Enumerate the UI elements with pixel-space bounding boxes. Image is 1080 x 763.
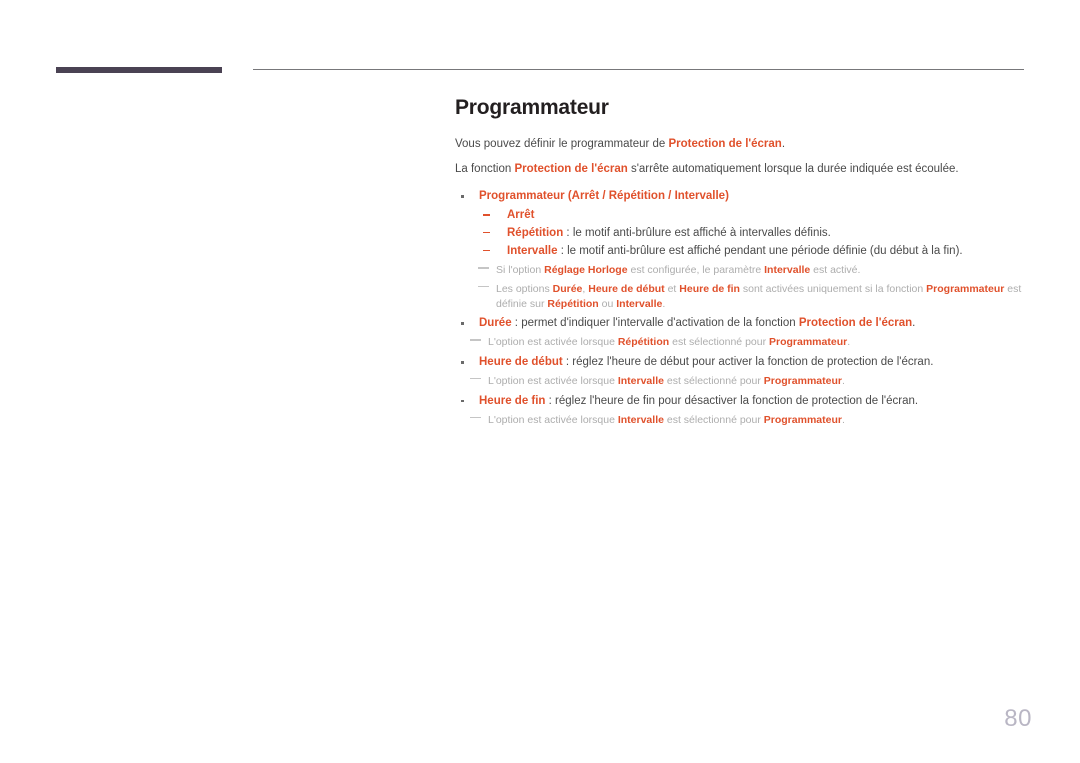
- intro-1-before: Vous pouvez définir le programmateur de: [455, 138, 669, 151]
- bullet-dot-icon: [461, 399, 464, 403]
- note4-t3: .: [841, 375, 845, 388]
- note-dash-icon: [470, 378, 481, 380]
- note5-b1: Intervalle: [617, 413, 664, 426]
- intro-paragraph-2: La fonction Protection de l'écran s'arrê…: [455, 162, 1030, 178]
- note2-t7: .: [662, 297, 666, 310]
- note2-t6: ou: [598, 297, 617, 310]
- item1-paren-close: ): [725, 190, 729, 203]
- item4-text: : réglez l'heure de fin pour désactiver …: [545, 394, 919, 407]
- sub2-text: : le motif anti-brûlure est affiché à in…: [563, 226, 831, 239]
- bullet-dot-icon: [461, 322, 464, 325]
- note4-t2: est sélectionné pour: [663, 375, 764, 388]
- list-item-programmateur: Programmateur (Arrêt / Répétition / Inte…: [455, 188, 1030, 259]
- page-content: Programmateur Vous pouvez définir le pro…: [455, 96, 1030, 432]
- note3-b1: Répétition: [617, 336, 670, 349]
- bullet-dot-icon: [461, 195, 464, 198]
- item2-keyword: Protection de l'écran: [798, 317, 913, 330]
- settings-list-continued-2: Heure de début : réglez l'heure de début…: [455, 354, 1030, 370]
- note3-t3: .: [847, 336, 851, 349]
- note-options-activation: Les options Durée, Heure de début et Heu…: [473, 282, 1030, 311]
- list-item-heure-de-fin: Heure de fin : réglez l'heure de fin pou…: [455, 393, 1030, 409]
- list-item-duree: Durée : permet d'indiquer l'intervalle d…: [455, 315, 1030, 331]
- note1-b2: Intervalle: [764, 264, 811, 277]
- item4-label: Heure de fin: [479, 394, 546, 407]
- list-item-heure-de-debut: Heure de début : réglez l'heure de début…: [455, 354, 1030, 370]
- note4-b1: Intervalle: [617, 375, 664, 388]
- item3-text: : réglez l'heure de début pour activer l…: [562, 356, 934, 369]
- header-thick-rule: [56, 67, 222, 73]
- note5-t2: est sélectionné pour: [663, 413, 764, 426]
- settings-list-continued-3: Heure de fin : réglez l'heure de fin pou…: [455, 393, 1030, 409]
- bullet-dot-icon: [461, 361, 464, 364]
- intro-paragraph-1: Vous pouvez définir le programmateur de …: [455, 137, 1030, 153]
- page-number: 80: [1004, 705, 1032, 732]
- header-thin-rule: [253, 69, 1024, 70]
- note2-b4: Programmateur: [926, 282, 1005, 295]
- programmateur-sublist: Arrêt Répétition : le motif anti-brûlure…: [479, 207, 1030, 259]
- dash-icon: [483, 231, 490, 234]
- item1-sep-1: /: [599, 190, 609, 203]
- note2-b5: Répétition: [547, 297, 599, 310]
- item1-paren-open: (: [564, 190, 572, 203]
- note-heure-debut-condition: L'option est activée lorsque Intervalle …: [465, 374, 1030, 389]
- note2-b3: Heure de fin: [679, 282, 740, 295]
- item1-option-intervalle: Intervalle: [674, 190, 726, 203]
- item3-label: Heure de début: [479, 356, 563, 369]
- page-header-decoration: [0, 0, 1080, 80]
- note-dash-icon: [478, 285, 489, 288]
- note-heure-fin-condition: L'option est activée lorsque Intervalle …: [465, 413, 1030, 428]
- settings-list-continued: Durée : permet d'indiquer l'intervalle d…: [455, 315, 1030, 331]
- intro-1-after: .: [781, 138, 786, 151]
- note4-b2: Programmateur: [763, 375, 842, 388]
- item1-sep-2: /: [664, 190, 675, 203]
- note1-b1: Réglage Horloge: [544, 264, 628, 277]
- sub2-label: Répétition: [507, 226, 564, 239]
- sub3-text: : le motif anti-brûlure est affiché pend…: [557, 244, 963, 257]
- dash-icon: [483, 214, 490, 216]
- note5-t3: .: [841, 413, 845, 426]
- note3-t2: est sélectionné pour: [669, 336, 769, 349]
- note4-t1: L'option est activée lorsque: [488, 375, 618, 388]
- note-dash-icon: [470, 339, 481, 341]
- item2-label: Durée: [479, 317, 512, 330]
- item2-text-after: .: [912, 317, 916, 330]
- note5-t1: L'option est activée lorsque: [488, 413, 618, 426]
- dash-icon: [483, 249, 490, 251]
- note-reglage-horloge: Si l'option Réglage Horloge est configur…: [473, 263, 1030, 278]
- page-title: Programmateur: [455, 96, 609, 119]
- sub1-label: Arrêt: [507, 209, 535, 222]
- item2-text-before: : permet d'indiquer l'intervalle d'activ…: [511, 317, 799, 330]
- note-dash-icon: [470, 416, 481, 419]
- note2-b2: Heure de début: [588, 282, 665, 295]
- note2-t4: sont activées uniquement si la fonction: [739, 282, 927, 295]
- note1-t2: est configurée, le paramètre: [627, 264, 765, 277]
- note2-t3: et: [664, 282, 680, 295]
- intro-2-before: La fonction: [455, 162, 515, 175]
- intro-2-keyword: Protection de l'écran: [514, 162, 628, 175]
- note1-t1: Si l'option: [496, 264, 545, 277]
- settings-list: Programmateur (Arrêt / Répétition / Inte…: [455, 188, 1030, 259]
- sub3-label: Intervalle: [507, 244, 558, 257]
- note2-b6: Intervalle: [616, 297, 663, 310]
- note-duree-condition: L'option est activée lorsque Répétition …: [465, 335, 1030, 350]
- note1-t3: est activé.: [810, 264, 861, 277]
- note2-t1: Les options: [496, 282, 553, 295]
- note-dash-icon: [478, 267, 489, 269]
- note5-b2: Programmateur: [763, 413, 842, 426]
- note2-b1: Durée: [552, 282, 583, 295]
- sublist-item-arret: Arrêt: [479, 207, 1030, 224]
- intro-1-keyword: Protection de l'écran: [668, 138, 782, 151]
- intro-2-after: s'arrête automatiquement lorsque la duré…: [627, 162, 959, 175]
- sublist-item-intervalle: Intervalle : le motif anti-brûlure est a…: [479, 243, 1030, 260]
- sublist-item-repetition: Répétition : le motif anti-brûlure est a…: [479, 225, 1030, 242]
- note3-b2: Programmateur: [769, 336, 848, 349]
- item1-label: Programmateur: [479, 190, 565, 203]
- item1-option-arret: Arrêt: [571, 190, 600, 203]
- note3-t1: L'option est activée lorsque: [488, 336, 618, 349]
- item1-option-repetition: Répétition: [608, 190, 665, 203]
